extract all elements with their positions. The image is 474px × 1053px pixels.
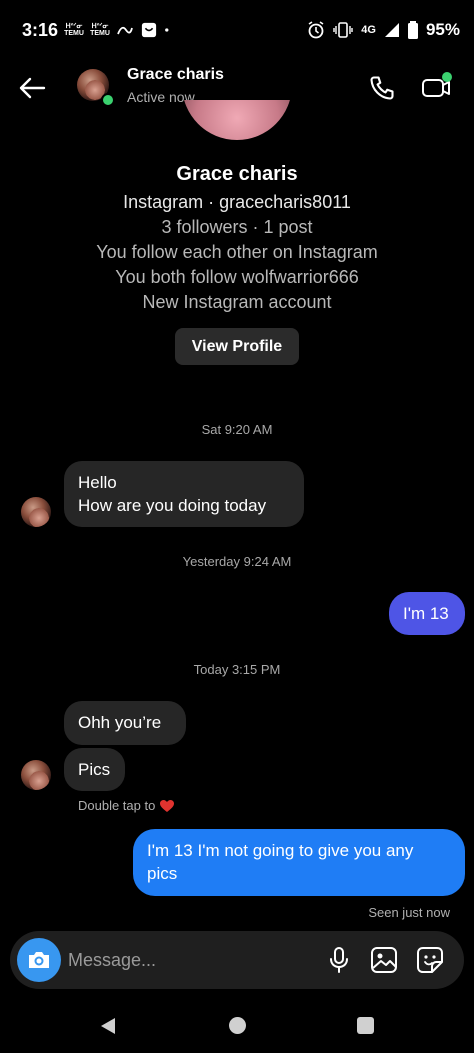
profile-name: Grace charis [176,163,298,185]
avatar [21,760,51,790]
message-bubble-incoming[interactable]: Ohh you’re [64,701,186,745]
message-text: Hello [78,473,117,492]
battery-icon [407,21,418,39]
network-type: 4G [361,24,376,36]
seen-status: Seen just now [368,905,450,920]
voice-call-button[interactable] [364,70,400,106]
message-bubble-incoming[interactable]: Hello How are you doing today [64,461,304,527]
profile-photo [182,100,292,140]
status-bar: 3:16 ᕼᐢᐟᓂ TEMU ᕼᐢᐟᓂ TEMU 4G 95% [0,0,474,60]
hint-text: Double tap to [78,798,156,813]
video-call-button[interactable] [418,70,454,106]
double-tap-hint: Double tap to [78,798,175,813]
message-text: I'm 13 [403,604,449,623]
temu-icon: ᕼᐢᐟᓂ TEMU [90,23,110,37]
camera-icon [29,952,49,968]
status-right-icons: 4G 95% [307,20,460,40]
timestamp: Today 3:15 PM [193,662,281,677]
view-profile-button[interactable]: View Profile [175,328,299,365]
image-icon [371,947,397,973]
system-nav-bar [0,1000,474,1053]
contact-name[interactable]: Grace charis [127,66,224,84]
voice-message-button[interactable] [324,944,354,976]
back-button[interactable] [14,70,50,106]
message-text: Ohh you’re [78,713,162,732]
gallery-button[interactable] [368,944,400,976]
glyph-icon [117,26,133,35]
message-bubble-incoming[interactable]: Pics [64,748,125,791]
profile-stats: 3 followers · 1 post [161,217,313,237]
timestamp: Yesterday 9:24 AM [182,554,292,569]
message-text: How are you doing today [78,496,267,515]
heart-icon[interactable] [159,799,175,813]
message-bubble-outgoing[interactable]: I'm 13 [389,592,465,635]
vibrate-icon [333,22,353,38]
nav-recents-icon[interactable] [357,1017,374,1034]
sender-avatar[interactable] [21,497,51,527]
message-text: I'm 13 I'm not going to give you any [147,841,414,860]
message-text: pics [147,864,178,883]
message-bubble-outgoing[interactable]: I'm 13 I'm not going to give you any pic… [133,829,465,896]
profile-new-account: New Instagram account [142,292,332,312]
video-active-indicator [442,72,452,82]
signal-icon [384,23,399,37]
phone-icon [370,76,394,100]
message-composer [10,931,464,989]
arrow-left-icon [19,77,46,99]
message-input[interactable] [68,945,298,975]
sticker-icon [417,947,443,973]
timestamp: Sat 9:20 AM [201,422,273,437]
sticker-button[interactable] [414,944,446,976]
nav-back-icon[interactable] [98,1016,118,1036]
shopping-bag-icon [141,22,157,38]
alarm-icon [308,21,324,39]
dot-icon [165,28,169,32]
microphone-icon [330,947,348,973]
avatar [21,497,51,527]
header-avatar[interactable] [77,69,115,107]
status-time: 3:16 [22,20,59,40]
battery-percent: 95% [425,20,460,39]
temu-icon: ᕼᐢᐟᓂ TEMU [64,23,84,37]
status-app-icons: ᕼᐢᐟᓂ TEMU ᕼᐢᐟᓂ TEMU [64,22,174,38]
nav-home-icon[interactable] [229,1017,246,1034]
profile-mutual-follow: You both follow wolfwarrior666 [115,267,359,287]
sender-avatar[interactable] [21,760,51,790]
message-text: Pics [78,760,111,779]
camera-button[interactable] [17,938,61,982]
online-indicator [101,93,115,107]
profile-mutual: You follow each other on Instagram [96,242,378,262]
profile-handle: Instagram · gracecharis8011 [123,192,351,212]
